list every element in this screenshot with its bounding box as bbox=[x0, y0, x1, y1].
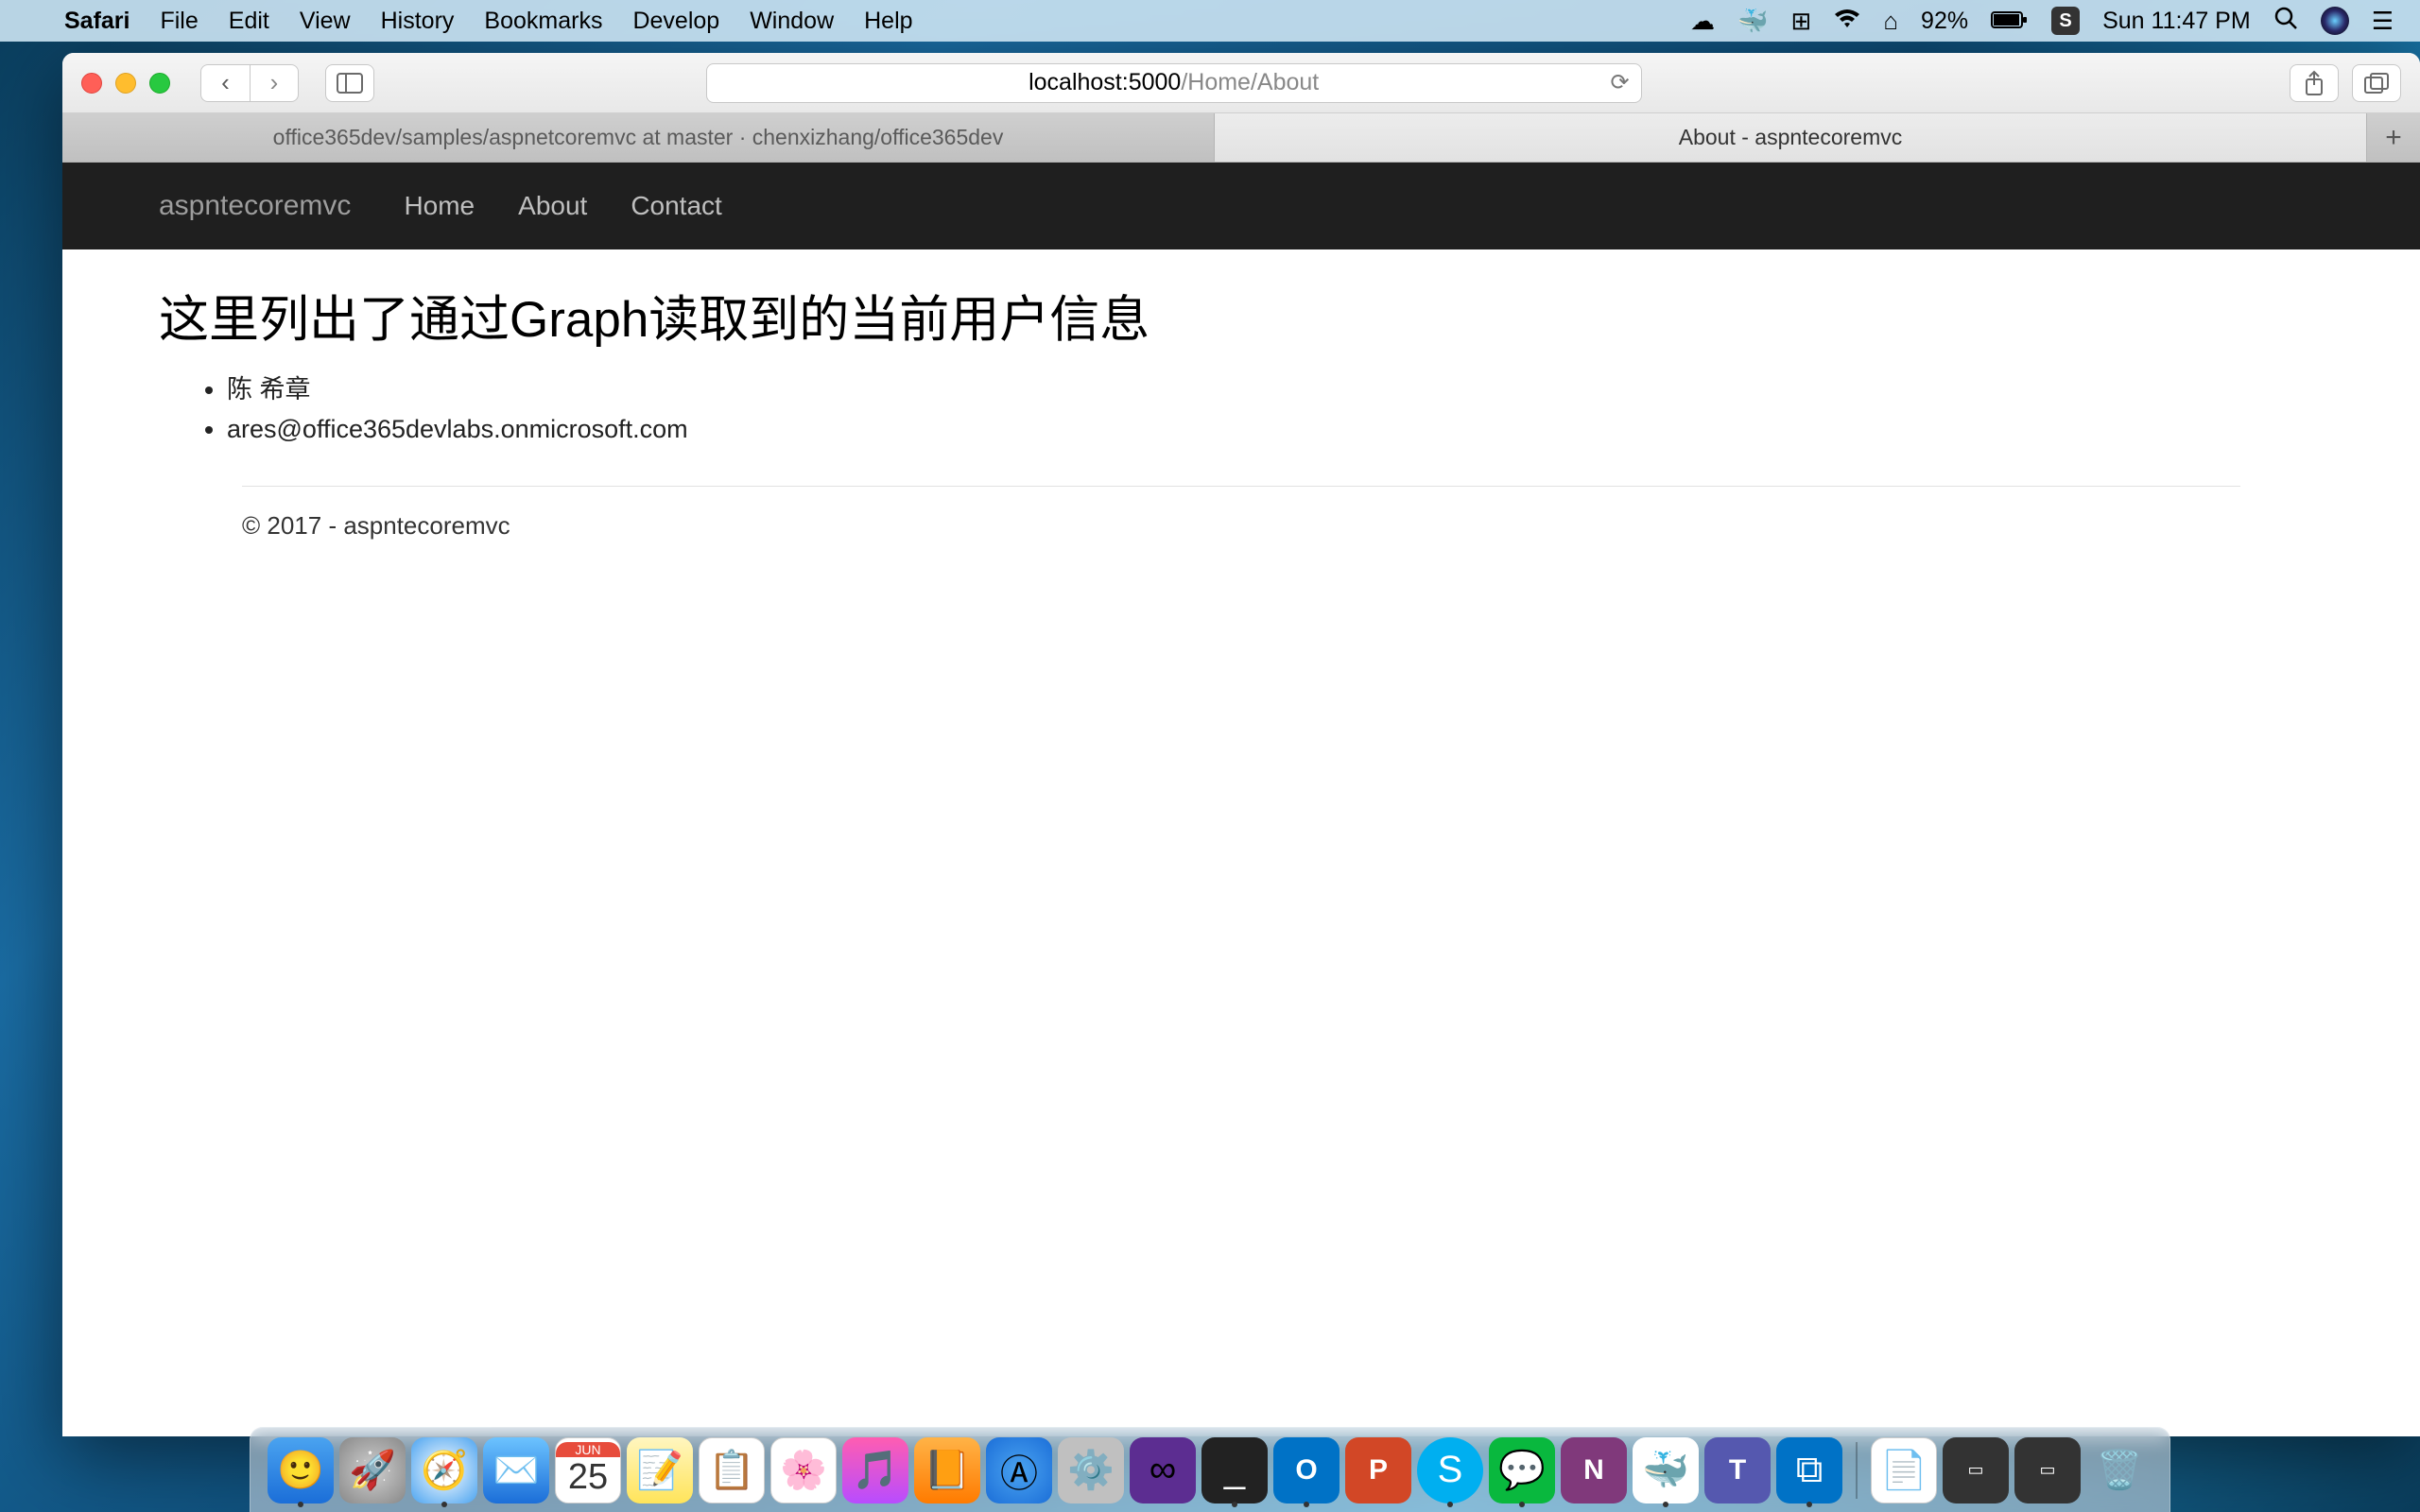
grid-icon[interactable]: ⊞ bbox=[1791, 7, 1812, 36]
dock-visualstudio-icon[interactable]: ∞ bbox=[1130, 1437, 1196, 1503]
dock-minimized-window-icon[interactable]: ▭ bbox=[2014, 1437, 2081, 1503]
menu-file[interactable]: File bbox=[160, 8, 198, 35]
list-item: 陈 希章 bbox=[227, 370, 2324, 410]
wifi-icon[interactable] bbox=[1834, 7, 1860, 36]
dock-docker-icon[interactable]: 🐳 bbox=[1633, 1437, 1699, 1503]
dock-skype-icon[interactable]: S bbox=[1417, 1437, 1483, 1503]
minimize-window-button[interactable] bbox=[115, 73, 136, 94]
forward-button[interactable]: › bbox=[250, 64, 299, 102]
dock-reminders-icon[interactable]: 📋 bbox=[699, 1437, 765, 1503]
dock-terminal-icon[interactable]: _ bbox=[1201, 1437, 1268, 1503]
close-window-button[interactable] bbox=[81, 73, 102, 94]
active-app-name[interactable]: Safari bbox=[64, 8, 130, 35]
dock-itunes-icon[interactable]: 🎵 bbox=[842, 1437, 908, 1503]
dock-safari-icon[interactable]: 🧭 bbox=[411, 1437, 477, 1503]
site-navbar: aspntecoremvc Home About Contact bbox=[62, 163, 2420, 249]
dock-mail-icon[interactable]: ✉️ bbox=[483, 1437, 549, 1503]
dock-photos-icon[interactable]: 🌸 bbox=[770, 1437, 837, 1503]
spotlight-icon[interactable] bbox=[2273, 6, 2298, 37]
share-button[interactable] bbox=[2290, 64, 2339, 102]
notifications-icon[interactable]: ☰ bbox=[2372, 7, 2394, 36]
dock-teams-icon[interactable]: T bbox=[1704, 1437, 1771, 1503]
user-info-list: 陈 希章 ares@office365devlabs.onmicrosoft.c… bbox=[159, 370, 2324, 450]
page-heading: 这里列出了通过Graph读取到的当前用户信息 bbox=[159, 280, 2324, 352]
dock-finder-icon[interactable]: 🙂 bbox=[268, 1437, 334, 1503]
airplay-icon[interactable]: ⌂ bbox=[1883, 7, 1898, 36]
siri-icon[interactable] bbox=[2321, 7, 2349, 35]
nav-home[interactable]: Home bbox=[404, 191, 475, 221]
menu-history[interactable]: History bbox=[381, 8, 455, 35]
macos-menubar: Safari File Edit View History Bookmarks … bbox=[0, 0, 2420, 42]
menu-develop[interactable]: Develop bbox=[632, 8, 719, 35]
address-bar[interactable]: localhost:5000/Home/About ⟳ bbox=[706, 63, 1642, 103]
sidebar-toggle-button[interactable] bbox=[325, 64, 374, 102]
menu-view[interactable]: View bbox=[300, 8, 351, 35]
menubar-clock[interactable]: Sun 11:47 PM bbox=[2102, 8, 2251, 35]
divider bbox=[242, 486, 2240, 487]
url-host: localhost:5000 bbox=[1028, 69, 1181, 96]
safari-window: ‹ › localhost:5000/Home/About ⟳ office36… bbox=[62, 53, 2420, 1436]
cal-month: JUN bbox=[556, 1442, 620, 1457]
browser-tab-0[interactable]: office365dev/samples/aspnetcoremvc at ma… bbox=[62, 113, 1215, 162]
dock-powerpoint-icon[interactable]: P bbox=[1345, 1437, 1411, 1503]
menu-window[interactable]: Window bbox=[750, 8, 834, 35]
dock-outlook-icon[interactable]: O bbox=[1273, 1437, 1340, 1503]
browser-tab-1[interactable]: About - aspntecoremvc bbox=[1215, 113, 2367, 162]
dock-recent-file-icon[interactable]: 📄 bbox=[1871, 1437, 1937, 1503]
window-controls bbox=[81, 73, 170, 94]
dock-onenote-icon[interactable]: N bbox=[1561, 1437, 1627, 1503]
macos-dock: 🙂 🚀 🧭 ✉️ JUN 25 📝 📋 🌸 🎵 📙 Ⓐ ⚙️ ∞ _ O P S… bbox=[250, 1427, 2170, 1512]
menu-edit[interactable]: Edit bbox=[229, 8, 269, 35]
dock-notes-icon[interactable]: 📝 bbox=[627, 1437, 693, 1503]
dock-minimized-window-icon[interactable]: ▭ bbox=[1943, 1437, 2009, 1503]
menu-bookmarks[interactable]: Bookmarks bbox=[484, 8, 602, 35]
nav-about[interactable]: About bbox=[518, 191, 587, 221]
maximize-window-button[interactable] bbox=[149, 73, 170, 94]
browser-tabbar: office365dev/samples/aspnetcoremvc at ma… bbox=[62, 113, 2420, 163]
reload-button[interactable]: ⟳ bbox=[1611, 69, 1630, 96]
list-item: ares@office365devlabs.onmicrosoft.com bbox=[227, 410, 2324, 450]
new-tab-button[interactable]: + bbox=[2367, 113, 2420, 162]
dock-systemprefs-icon[interactable]: ⚙️ bbox=[1058, 1437, 1124, 1503]
docker-menubar-icon[interactable]: 🐳 bbox=[1737, 7, 1768, 36]
dock-ibooks-icon[interactable]: 📙 bbox=[914, 1437, 980, 1503]
dock-trash-icon[interactable]: 🗑️ bbox=[2086, 1437, 2152, 1503]
page-content: 这里列出了通过Graph读取到的当前用户信息 陈 希章 ares@office3… bbox=[62, 249, 2420, 571]
dock-launchpad-icon[interactable]: 🚀 bbox=[339, 1437, 406, 1503]
sogou-icon[interactable]: S bbox=[2051, 7, 2080, 35]
onedrive-icon[interactable]: ☁ bbox=[1690, 7, 1715, 36]
back-button[interactable]: ‹ bbox=[200, 64, 250, 102]
url-path: /Home/About bbox=[1181, 69, 1319, 96]
tab-title: About - aspntecoremvc bbox=[1679, 125, 1903, 150]
cal-day: 25 bbox=[568, 1457, 608, 1498]
battery-icon[interactable] bbox=[1991, 7, 2029, 36]
menu-help[interactable]: Help bbox=[864, 8, 912, 35]
battery-percentage[interactable]: 92% bbox=[1921, 8, 1968, 35]
dock-calendar-icon[interactable]: JUN 25 bbox=[555, 1437, 621, 1503]
dock-appstore-icon[interactable]: Ⓐ bbox=[986, 1437, 1052, 1503]
navbar-brand[interactable]: aspntecoremvc bbox=[159, 190, 351, 222]
nav-contact[interactable]: Contact bbox=[631, 191, 722, 221]
page-footer: © 2017 - aspntecoremvc bbox=[159, 511, 2324, 541]
tabs-button[interactable] bbox=[2352, 64, 2401, 102]
dock-wechat-icon[interactable]: 💬 bbox=[1489, 1437, 1555, 1503]
dock-vscode-icon[interactable]: ⧉ bbox=[1776, 1437, 1842, 1503]
tab-title: office365dev/samples/aspnetcoremvc at ma… bbox=[273, 125, 1004, 150]
dock-separator bbox=[1856, 1442, 1858, 1499]
browser-toolbar: ‹ › localhost:5000/Home/About ⟳ bbox=[62, 53, 2420, 113]
